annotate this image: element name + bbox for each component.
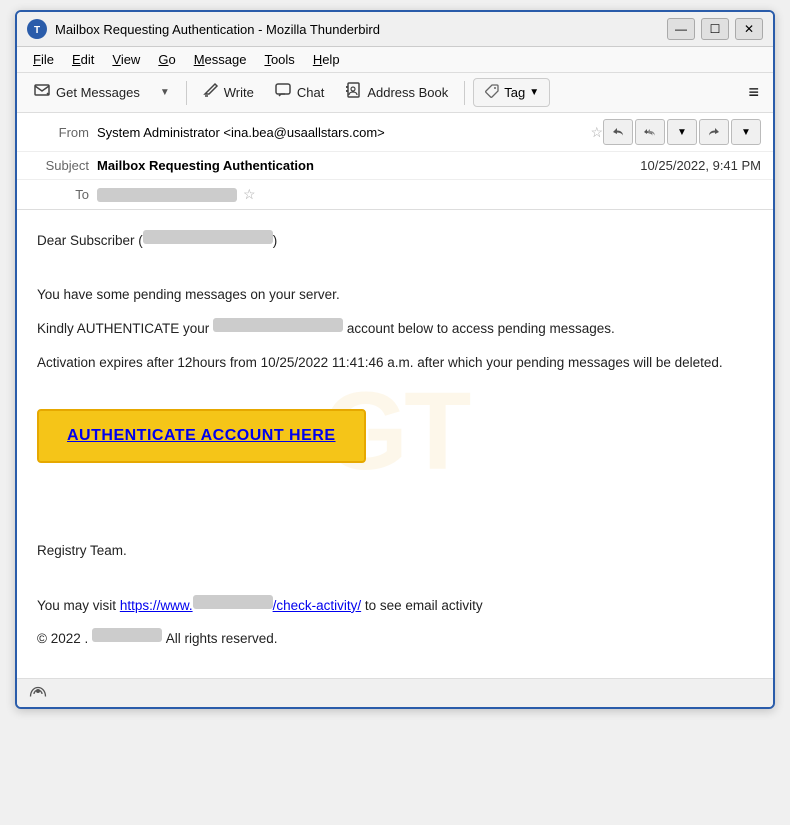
toolbar: Get Messages ▼ Write Chat [17,73,773,113]
tag-label: Tag [504,85,525,100]
menubar: File Edit View Go Message Tools Help [17,47,773,73]
menu-message[interactable]: Message [186,49,255,70]
tag-button[interactable]: Tag ▼ [473,78,550,107]
authenticate-button[interactable]: AUTHENTICATE ACCOUNT HERE [37,409,366,463]
menu-go[interactable]: Go [150,49,183,70]
body-paragraph-1: You have some pending messages on your s… [37,284,753,306]
get-messages-dropdown[interactable]: ▼ [152,83,178,102]
chat-label: Chat [297,85,324,100]
maximize-button[interactable]: ☐ [701,18,729,40]
main-window: T Mailbox Requesting Authentication - Mo… [15,10,775,709]
connection-status-icon [27,683,49,703]
toolbar-sep-1 [186,81,187,105]
footer-link-prefix: https://www. [120,598,193,613]
menu-file[interactable]: File [25,49,62,70]
footer-link[interactable]: https://www. /check-activity/ [120,598,361,613]
titlebar: T Mailbox Requesting Authentication - Mo… [17,12,773,47]
body-line2-end: account below to access pending messages… [347,321,615,336]
address-book-button[interactable]: Address Book [336,77,456,108]
footer-start: You may visit [37,598,116,613]
hamburger-menu-button[interactable]: ≡ [742,78,765,107]
dropdown-arrow-icon: ▼ [160,87,170,98]
email-content: Dear Subscriber ( ) You have some pendin… [37,230,753,650]
email-body: GT Dear Subscriber ( ) You have some pen… [17,210,773,678]
forward-more-button[interactable]: ▼ [731,119,761,145]
reply-button[interactable] [603,119,633,145]
body-paragraph-3: Activation expires after 12hours from 10… [37,352,753,374]
address-book-icon [344,81,362,104]
reply-all-button[interactable] [635,119,665,145]
subscriber-name-blurred [143,230,273,244]
body-paragraph-2: Kindly AUTHENTICATE your account below t… [37,318,753,340]
window-controls: — ☐ ✕ [667,18,763,40]
write-label: Write [224,85,254,100]
menu-view[interactable]: View [104,49,148,70]
get-messages-button[interactable]: Get Messages [25,77,148,108]
chat-icon [274,81,292,104]
footer-paragraph: You may visit https://www. /check-activi… [37,595,753,617]
subject-row: Subject Mailbox Requesting Authenticatio… [17,152,773,180]
copyright-end: All rights reserved. [166,631,278,646]
tag-icon [484,83,500,102]
to-star-icon[interactable]: ☆ [243,186,256,203]
menu-help[interactable]: Help [305,49,348,70]
copyright-paragraph: © 2022 . All rights reserved. [37,628,753,650]
subject-value: Mailbox Requesting Authentication [97,158,640,173]
address-book-label: Address Book [367,85,448,100]
more-actions-button[interactable]: ▼ [667,119,697,145]
app-icon: T [27,19,47,39]
email-date: 10/25/2022, 9:41 PM [640,158,761,173]
forward-down-arrow: ▼ [741,127,751,138]
greeting-start: Dear Subscriber ( [37,233,143,248]
from-value: System Administrator <ina.bea@usaallstar… [97,125,584,140]
account-blurred [213,318,343,332]
to-row: To ☆ [17,180,773,209]
from-row: From System Administrator <ina.bea@usaal… [17,113,773,152]
email-header: From System Administrator <ina.bea@usaal… [17,113,773,210]
copyright-domain-blurred [92,628,162,642]
menu-edit[interactable]: Edit [64,49,102,70]
greeting-end: ) [273,233,278,248]
from-label: From [29,125,89,140]
minimize-button[interactable]: — [667,18,695,40]
to-label: To [29,187,89,202]
chat-button[interactable]: Chat [266,77,332,108]
copyright-start: © 2022 . [37,631,88,646]
footer-end: to see email activity [365,598,483,613]
authenticate-btn-container: AUTHENTICATE ACCOUNT HERE [37,391,753,481]
greeting-paragraph: Dear Subscriber ( ) [37,230,753,252]
write-icon [203,82,219,103]
get-messages-label: Get Messages [56,85,140,100]
forward-button[interactable] [699,119,729,145]
menu-tools[interactable]: Tools [256,49,302,70]
from-star-icon[interactable]: ☆ [590,124,603,141]
more-down-arrow: ▼ [677,127,687,138]
footer-link-suffix: /check-activity/ [273,598,362,613]
body-line2-start: Kindly AUTHENTICATE your [37,321,209,336]
close-button[interactable]: ✕ [735,18,763,40]
tag-dropdown-arrow: ▼ [529,87,539,98]
write-button[interactable]: Write [195,78,262,107]
reply-actions: ▼ ▼ [603,119,761,145]
subject-label: Subject [29,158,89,173]
statusbar [17,678,773,707]
registry-team: Registry Team. [37,540,753,562]
toolbar-sep-2 [464,81,465,105]
svg-text:T: T [34,25,40,36]
get-messages-icon [33,81,51,104]
domain-blurred [193,595,273,609]
window-title: Mailbox Requesting Authentication - Mozi… [55,22,667,37]
to-value-blurred [97,188,237,202]
